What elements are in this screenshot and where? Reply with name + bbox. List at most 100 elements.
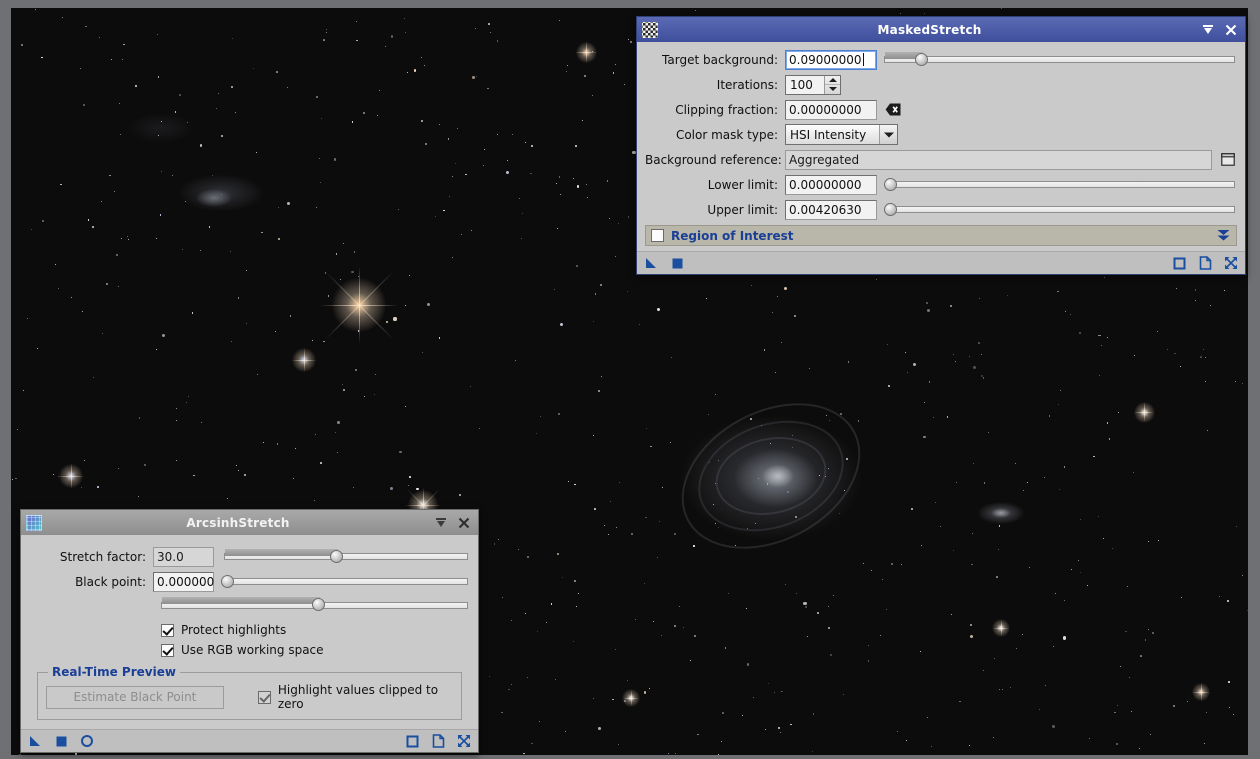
slider-knob[interactable] — [915, 53, 928, 66]
triangle-apply-icon[interactable] — [28, 734, 42, 748]
star — [1015, 463, 1016, 464]
star — [176, 420, 177, 421]
star — [584, 75, 586, 77]
star — [356, 40, 358, 42]
star — [127, 236, 128, 237]
star — [830, 654, 832, 656]
slider-knob[interactable] — [884, 203, 897, 216]
star — [911, 508, 913, 510]
black-point-fine-slider[interactable] — [161, 596, 468, 614]
slider-knob[interactable] — [884, 178, 897, 191]
star — [828, 627, 830, 629]
star — [631, 533, 633, 535]
highlight-clipped-row[interactable]: Highlight values clipped to zero — [258, 683, 453, 711]
protect-highlights-checkbox[interactable] — [161, 624, 174, 637]
iterations-arrows[interactable] — [824, 76, 840, 94]
star — [253, 68, 254, 69]
maskedstretch-window[interactable]: MaskedStretch Target background: 0.09000… — [636, 16, 1246, 275]
lower-limit-slider[interactable] — [884, 176, 1235, 194]
target-background-input[interactable]: 0.09000000 — [785, 50, 877, 70]
target-background-value: 0.09000000 — [789, 53, 862, 67]
close-button[interactable] — [457, 516, 471, 530]
star — [80, 68, 81, 69]
upper-limit-input[interactable]: 0.00420630 — [785, 200, 877, 220]
black-point-input[interactable]: 0.000000 — [153, 572, 214, 592]
star — [21, 44, 23, 46]
stretch-factor-input[interactable]: 30.0 — [153, 547, 214, 567]
slider-knob[interactable] — [221, 575, 234, 588]
star — [1152, 632, 1154, 634]
region-of-interest-section[interactable]: Region of Interest — [645, 225, 1237, 246]
star — [843, 694, 844, 695]
target-background-slider[interactable] — [884, 51, 1235, 69]
estimate-black-point-button[interactable]: Estimate Black Point — [46, 686, 224, 709]
star — [1029, 567, 1030, 568]
arcsinhstretch-window[interactable]: ArcsinhStretch Stretch factor: 30.0 — [20, 509, 479, 753]
star — [231, 341, 232, 342]
star — [82, 311, 83, 312]
view-selector-icon[interactable] — [1218, 150, 1237, 169]
stepper-down-button[interactable] — [825, 85, 840, 94]
star — [405, 305, 406, 306]
slider-knob[interactable] — [330, 550, 343, 563]
star — [475, 28, 476, 29]
star — [1129, 677, 1130, 678]
star — [176, 460, 177, 461]
double-chevron-down-icon[interactable] — [1216, 229, 1231, 242]
star — [123, 44, 125, 46]
star — [1027, 482, 1028, 483]
protect-highlights-row[interactable]: Protect highlights — [161, 620, 468, 640]
lower-limit-input[interactable]: 0.00000000 — [785, 175, 877, 195]
square-global-icon[interactable] — [54, 734, 68, 748]
target-background-label: Target background: — [645, 53, 785, 67]
star — [277, 443, 279, 445]
triangle-apply-icon[interactable] — [644, 256, 658, 270]
star — [683, 627, 684, 628]
star — [882, 579, 883, 580]
document-icon[interactable] — [1198, 256, 1212, 270]
star — [405, 406, 406, 407]
upper-limit-slider[interactable] — [884, 201, 1235, 219]
star — [747, 663, 749, 665]
reset-arrows-icon[interactable] — [1224, 256, 1238, 270]
star — [192, 312, 194, 314]
stepper-up-button[interactable] — [825, 76, 840, 86]
close-button[interactable] — [1224, 23, 1238, 37]
color-mask-type-select[interactable]: HSI Intensity — [785, 124, 898, 145]
black-point-slider[interactable] — [221, 573, 468, 591]
clear-value-icon[interactable] — [883, 100, 902, 119]
star — [594, 508, 596, 510]
circle-preview-icon[interactable] — [80, 734, 94, 748]
star — [722, 712, 724, 714]
slider-knob[interactable] — [312, 598, 325, 611]
star — [1107, 337, 1108, 338]
use-rgb-working-space-checkbox[interactable] — [161, 644, 174, 657]
star — [765, 729, 766, 730]
star — [728, 593, 730, 595]
region-of-interest-checkbox[interactable] — [651, 229, 664, 242]
star — [1224, 290, 1225, 291]
star — [998, 549, 999, 550]
clipping-fraction-input[interactable]: 0.00000000 — [785, 100, 877, 120]
rollup-button[interactable] — [434, 516, 448, 530]
stretch-factor-slider[interactable] — [224, 548, 468, 566]
arcsinhstretch-titlebar[interactable]: ArcsinhStretch — [21, 510, 478, 535]
use-rgb-working-space-row[interactable]: Use RGB working space — [161, 640, 468, 660]
reset-arrows-icon[interactable] — [457, 734, 471, 748]
chevron-down-icon[interactable] — [879, 125, 897, 144]
iterations-stepper[interactable]: 100 — [785, 75, 841, 95]
star — [807, 636, 808, 637]
clipping-fraction-value: 0.00000000 — [789, 103, 862, 117]
square-instance-icon[interactable] — [405, 734, 419, 748]
highlight-clipped-checkbox[interactable] — [258, 691, 271, 704]
star — [452, 176, 453, 177]
maskedstretch-titlebar[interactable]: MaskedStretch — [637, 17, 1245, 42]
document-icon[interactable] — [431, 734, 445, 748]
square-global-icon[interactable] — [670, 256, 684, 270]
background-reference-input[interactable]: Aggregated — [785, 150, 1212, 170]
star — [593, 435, 594, 436]
square-instance-icon[interactable] — [1172, 256, 1186, 270]
star — [1150, 734, 1151, 735]
rollup-button[interactable] — [1201, 23, 1215, 37]
star — [1114, 712, 1116, 714]
